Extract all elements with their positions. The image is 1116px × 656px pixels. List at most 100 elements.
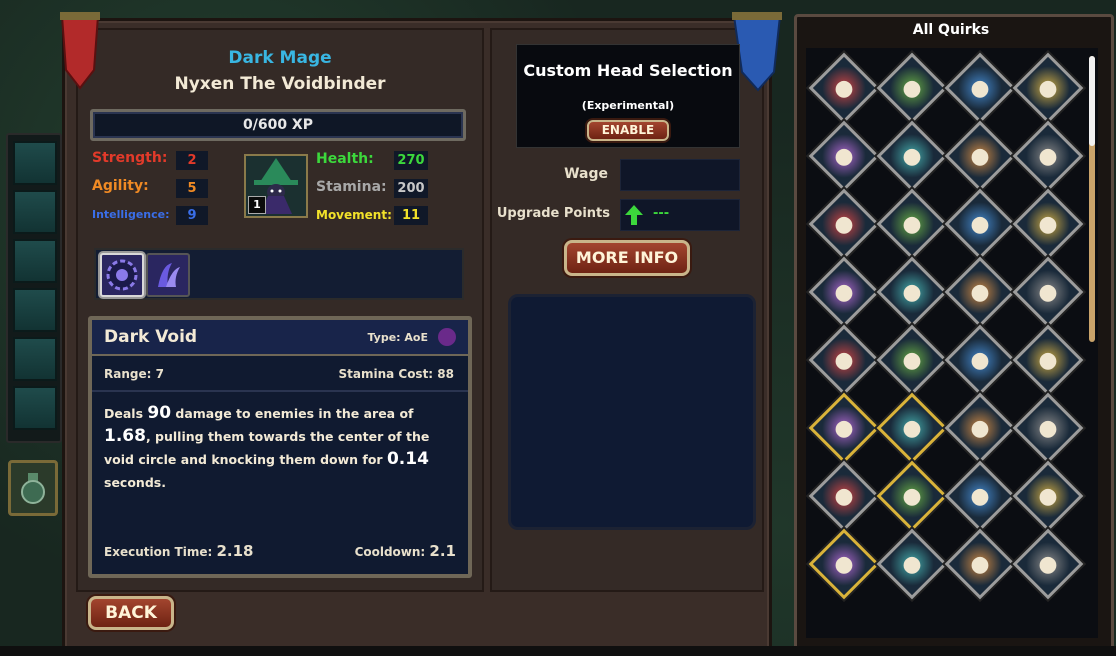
grimacing-face-icon: ●: [902, 75, 922, 101]
torch-upgrade-quirk[interactable]: ●: [1012, 256, 1084, 328]
grimacing-face-quirk[interactable]: ●: [876, 52, 948, 124]
back-button[interactable]: BACK: [88, 596, 174, 630]
ice-shard-icon: ●: [902, 347, 922, 373]
wings-icon: ●: [834, 211, 854, 237]
grinning-man-quirk[interactable]: ●: [808, 460, 880, 532]
ability-range: Range: 7: [104, 367, 164, 381]
inventory-slot[interactable]: [13, 190, 57, 234]
coins-hand-quirk[interactable]: ●: [944, 528, 1016, 600]
witch-icon: ●: [902, 551, 922, 577]
inventory-slot[interactable]: [13, 337, 57, 381]
punk-woman-icon: ●: [1038, 483, 1058, 509]
xp-bar: 0/600 XP: [90, 109, 466, 141]
fanged-face-quirk[interactable]: ●: [876, 120, 948, 192]
intelligence-value: 9: [176, 206, 208, 225]
strength-label: Strength:: [92, 150, 168, 166]
void-claw-icon: [158, 263, 180, 287]
inventory-slot-column: [6, 133, 62, 443]
cooldown-label: Cooldown:: [354, 545, 426, 559]
hooded-figure-quirk[interactable]: ●: [808, 528, 880, 600]
zombie-face-icon: ●: [970, 143, 990, 169]
goblin-gunner-quirk[interactable]: ●: [1012, 52, 1084, 124]
cooldown: Cooldown: 2.1: [355, 542, 456, 560]
inventory-slot[interactable]: [13, 239, 57, 283]
skull-quirk[interactable]: ●: [944, 52, 1016, 124]
punk-woman-quirk[interactable]: ●: [1012, 460, 1084, 532]
muscle-body-quirk[interactable]: ●: [808, 324, 880, 396]
muscle-body-icon: ●: [834, 347, 854, 373]
red-demon-quirk[interactable]: ●: [876, 188, 948, 260]
green-ogre-quirk[interactable]: ●: [1012, 120, 1084, 192]
lungs-quirk[interactable]: ●: [1012, 392, 1084, 464]
inventory-slot[interactable]: [13, 141, 57, 185]
damage-value: 90: [147, 403, 172, 423]
grinning-man-icon: ●: [834, 483, 854, 509]
green-monster-quirk[interactable]: ●: [1012, 324, 1084, 396]
quirks-scrollbar-thumb[interactable]: [1089, 56, 1095, 146]
injured-hand-icon: ●: [1038, 551, 1058, 577]
inventory-slot[interactable]: [13, 288, 57, 332]
custom-head-title: Custom Head Selection: [523, 61, 733, 80]
fist-quirk[interactable]: ●: [944, 188, 1016, 260]
flexed-arm-quirk[interactable]: ●: [808, 256, 880, 328]
soldier-face-quirk[interactable]: ●: [808, 392, 880, 464]
beast-face-quirk[interactable]: ●: [876, 392, 948, 464]
goblin-warrior-quirk[interactable]: ●: [808, 52, 880, 124]
upgrade-points-label: Upgrade Points: [496, 206, 610, 221]
void-vortex-icon: [106, 259, 138, 291]
duration-value: 0.14: [386, 449, 429, 469]
ability-header: Dark Void Type: AoE: [92, 320, 468, 356]
ability-type: Type: AoE: [367, 331, 428, 344]
upgrade-points-value: ---: [653, 206, 670, 221]
intelligence-label: Intelligence:: [92, 208, 170, 221]
fist-icon: ●: [970, 211, 990, 237]
red-bird-icon: ●: [834, 143, 854, 169]
desc-text: , pulling them towards the center of the…: [104, 429, 430, 467]
agility-value: 5: [176, 179, 208, 198]
desc-text: seconds.: [104, 475, 166, 490]
custom-head-subtitle: (Experimental): [581, 99, 675, 112]
red-target-quirk[interactable]: ●: [944, 324, 1016, 396]
custom-head-box: Custom Head Selection (Experimental) ENA…: [516, 44, 740, 148]
execution-value: 2.18: [216, 542, 254, 560]
red-banner-icon: [58, 10, 100, 90]
head-preview-area: [508, 294, 756, 530]
ability-stamina-cost: Stamina Cost: 88: [338, 367, 454, 381]
handshake-quirk[interactable]: ●: [944, 460, 1016, 532]
ice-shard-quirk[interactable]: ●: [876, 324, 948, 396]
inventory-slot[interactable]: [13, 386, 57, 430]
health-value: 270: [394, 151, 428, 170]
strength-value: 2: [176, 151, 208, 170]
more-info-button[interactable]: MORE INFO: [564, 240, 690, 276]
enable-button[interactable]: ENABLE: [587, 120, 669, 141]
movement-value: 11: [394, 206, 428, 225]
agility-label: Agility:: [92, 178, 149, 194]
wage-label: Wage: [564, 166, 608, 182]
upgrade-points-field: ---: [620, 199, 740, 231]
execution-label: Execution Time:: [104, 545, 213, 559]
green-ogre-icon: ●: [1038, 143, 1058, 169]
coins-hand-icon: ●: [970, 551, 990, 577]
quirks-title: All Quirks: [912, 22, 990, 38]
green-fist-quirk[interactable]: ●: [876, 256, 948, 328]
stamina-label: Stamina:: [316, 179, 387, 195]
wings-quirk[interactable]: ●: [808, 188, 880, 260]
skill-slot-dark-void[interactable]: [100, 253, 144, 297]
health-label: Health:: [316, 151, 374, 167]
potion-slot[interactable]: [8, 460, 58, 516]
winged-crown-quirk[interactable]: ●: [944, 392, 1016, 464]
sword-quirk[interactable]: ●: [944, 256, 1016, 328]
house-quirk[interactable]: ●: [876, 460, 948, 532]
zombie-face-quirk[interactable]: ●: [944, 120, 1016, 192]
mace-quirk[interactable]: ●: [1012, 188, 1084, 260]
red-demon-icon: ●: [902, 211, 922, 237]
torch-upgrade-icon: ●: [1038, 279, 1058, 305]
desc-text: Deals: [104, 406, 148, 421]
skill-slot-void-claw[interactable]: [146, 253, 190, 297]
ability-detail-card: Dark Void Type: AoE Range: 7 Stamina Cos…: [88, 316, 472, 578]
witch-quirk[interactable]: ●: [876, 528, 948, 600]
level-badge: 1: [248, 196, 266, 214]
injured-hand-quirk[interactable]: ●: [1012, 528, 1084, 600]
stamina-value: 200: [394, 179, 428, 198]
red-bird-quirk[interactable]: ●: [808, 120, 880, 192]
